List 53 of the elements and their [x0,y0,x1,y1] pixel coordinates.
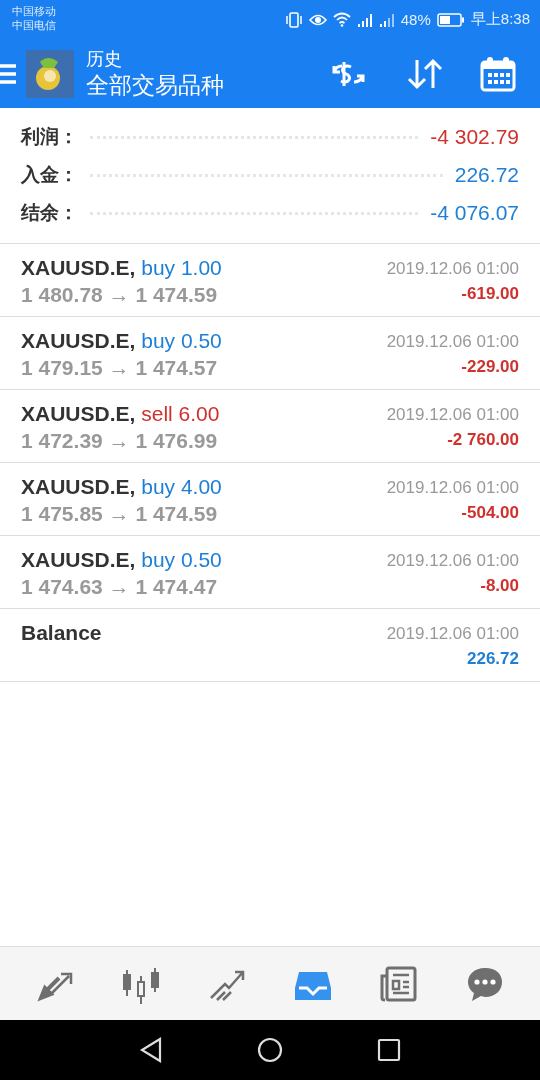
deal-time: 2019.12.06 01:00 [386,404,519,426]
price-range: 1 475.85 → 1 474.59 [21,501,219,527]
screen-title: 历史 [86,48,123,70]
summary-label: 结余： [21,201,78,225]
calendar-button[interactable] [480,56,516,92]
deal-action: buy 0.50 [141,548,222,571]
summary-value: -4 076.07 [430,201,519,225]
symbol-filter[interactable]: 全部交易品种 [86,70,294,100]
deal-profit: -619.00 [461,283,519,305]
deal-action: buy 4.00 [141,475,222,498]
deal-time: 2019.12.06 01:00 [386,550,519,572]
eye-icon [308,12,327,27]
deal-profit: -504.00 [461,502,519,524]
deal-symbol: XAUUSD.E, [21,329,136,352]
wifi-icon [332,12,351,27]
battery-percent: 48% [400,11,431,28]
deal-time: 2019.12.06 01:00 [386,258,519,280]
deal-action: buy 0.50 [141,329,222,352]
signal-icon [356,12,373,27]
sort-button[interactable] [406,58,444,90]
deal-action: sell 6.00 [141,402,220,425]
back-button[interactable] [139,1037,163,1063]
summary-label: 入金： [21,163,78,187]
deal-profit: 226.72 [467,648,519,670]
deal-profit: -229.00 [461,356,519,378]
deal-time: 2019.12.06 01:00 [386,331,519,353]
vibrate-icon [284,11,303,28]
price-range: 1 480.78 → 1 474.59 [21,282,219,308]
deal-symbol: XAUUSD.E, [21,402,136,425]
summary-value: -4 302.79 [430,125,519,149]
deal-symbol: XAUUSD.E, [21,256,136,279]
price-range: 1 479.15 → 1 474.57 [21,355,219,381]
deal-symbol: XAUUSD.E, [21,475,136,498]
app-logo-icon [26,50,74,98]
deal-title: Balance [21,620,102,646]
deal-time: 2019.12.06 01:00 [386,623,519,645]
summary-value: 226.72 [454,163,519,187]
battery-icon [436,12,465,27]
deal-action: buy 1.00 [141,256,222,279]
price-range: 1 474.63 → 1 474.47 [21,574,219,600]
recents-button[interactable] [377,1038,401,1062]
deal-symbol: XAUUSD.E, [21,548,136,571]
deal-profit: -2 760.00 [447,429,519,451]
deal-time: 2019.12.06 01:00 [386,477,519,499]
signal-icon [378,12,395,27]
carrier-name: 中国移动 [12,4,56,18]
price-range: 1 472.39 → 1 476.99 [21,428,219,454]
carrier-name: 中国电信 [12,18,56,32]
menu-button[interactable] [0,63,16,85]
deal-profit: -8.00 [480,575,519,597]
clock-time: 早上8:38 [470,10,530,29]
home-button[interactable] [257,1037,283,1063]
summary-label: 利润： [21,125,78,149]
